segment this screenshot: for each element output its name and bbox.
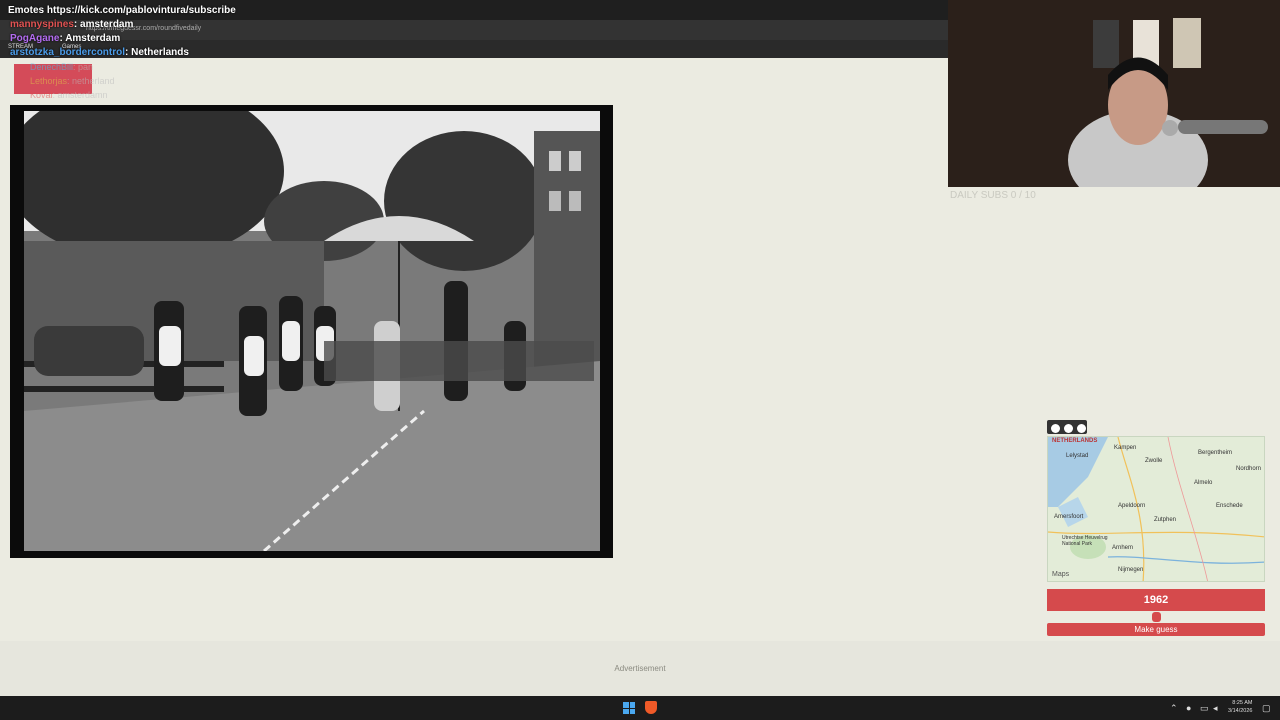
year-slider[interactable]	[1047, 612, 1265, 622]
chat-text: : amsterdam	[73, 19, 134, 30]
chat-text: : netherland	[67, 76, 115, 86]
daily-subs-counter: DAILY SUBS 0 / 10	[950, 190, 1036, 201]
guess-map[interactable]: NETHERLANDS Kampen Zwolle Lelystad Berge…	[1047, 436, 1265, 582]
map-toolbar[interactable]	[1047, 420, 1087, 434]
pin-icon[interactable]	[1077, 424, 1086, 433]
webcam-illustration	[948, 0, 1280, 187]
chat-message-faded: DenechBill: pan	[30, 62, 93, 72]
map-place: Kampen	[1114, 445, 1137, 451]
network-icon[interactable]: ▭	[1200, 703, 1209, 714]
chat-username[interactable]: PogAgane	[10, 33, 59, 44]
chevron-up-icon[interactable]: ⌃	[1170, 703, 1178, 714]
chat-message: PogAgane: Amsterdam	[10, 33, 120, 44]
taskbar	[0, 696, 1280, 720]
chat-username[interactable]: mannyspines	[10, 19, 74, 30]
year-display: 1962	[1047, 589, 1265, 611]
chat-text: : pan	[73, 62, 94, 72]
windows-start-icon[interactable]	[623, 702, 635, 714]
clock-time: 8:25 AM	[1232, 700, 1253, 706]
round-photo-frame	[10, 105, 613, 558]
make-guess-button[interactable]: Make guess	[1047, 623, 1265, 636]
chat-message-faded: Lethorjas: netherland	[30, 76, 115, 86]
map-place: Nijmegen	[1118, 567, 1144, 573]
map-place: Arnhem	[1112, 545, 1134, 551]
map-place: Amersfoort	[1054, 514, 1084, 520]
map-place: Apeldoorn	[1118, 503, 1146, 509]
webcam-overlay	[948, 0, 1280, 187]
chat-text: : Netherlands	[125, 47, 189, 58]
advertisement-label: Advertisement	[614, 664, 666, 673]
map-place: Zwolle	[1145, 458, 1163, 464]
notification-icon[interactable]: ▢	[1262, 703, 1271, 714]
map-place: Zutphen	[1154, 517, 1177, 523]
expand-icon[interactable]	[1051, 424, 1060, 433]
chat-text: : Amsterdam	[59, 33, 121, 44]
chat-message: arstotzka_bordercontrol: Netherlands	[10, 47, 189, 58]
chat-text: : amsterdamn	[52, 90, 108, 100]
chat-message: mannyspines: amsterdam	[10, 19, 133, 30]
microphone-icon[interactable]: ●	[1186, 703, 1191, 713]
map-place: Lelystad	[1066, 453, 1089, 459]
map-place: Nordhorn	[1236, 466, 1262, 472]
chat-username: DenechBill	[30, 62, 74, 72]
chat-username: Lethorjas	[30, 76, 68, 86]
map-attribution: Maps	[1052, 571, 1070, 578]
chat-username: Koval	[30, 90, 53, 100]
shrink-icon[interactable]	[1064, 424, 1073, 433]
round-photo[interactable]	[24, 111, 600, 551]
chat-message-faded: Koval: amsterdamn	[30, 90, 108, 100]
map-place: Bergentheim	[1198, 450, 1233, 456]
map-region-label: NETHERLANDS	[1052, 438, 1098, 444]
brave-browser-icon[interactable]	[645, 701, 657, 714]
year-slider-thumb[interactable]	[1151, 612, 1161, 622]
clock-date: 3/14/2026	[1228, 708, 1253, 714]
map-place: Enschede	[1216, 503, 1243, 509]
photo-illustration	[24, 111, 600, 551]
chat-username[interactable]: arstotzka_bordercontrol	[10, 47, 125, 58]
map-place: Almelo	[1194, 480, 1213, 486]
map-place: Utrechtse Heuvelrug National Park	[1062, 535, 1108, 547]
volume-icon[interactable]: ◂	[1213, 703, 1218, 714]
chat-banner: Emotes https://kick.com/pablovintura/sub…	[8, 5, 236, 16]
system-clock[interactable]: 8:25 AM 3/14/2026	[1228, 699, 1252, 715]
